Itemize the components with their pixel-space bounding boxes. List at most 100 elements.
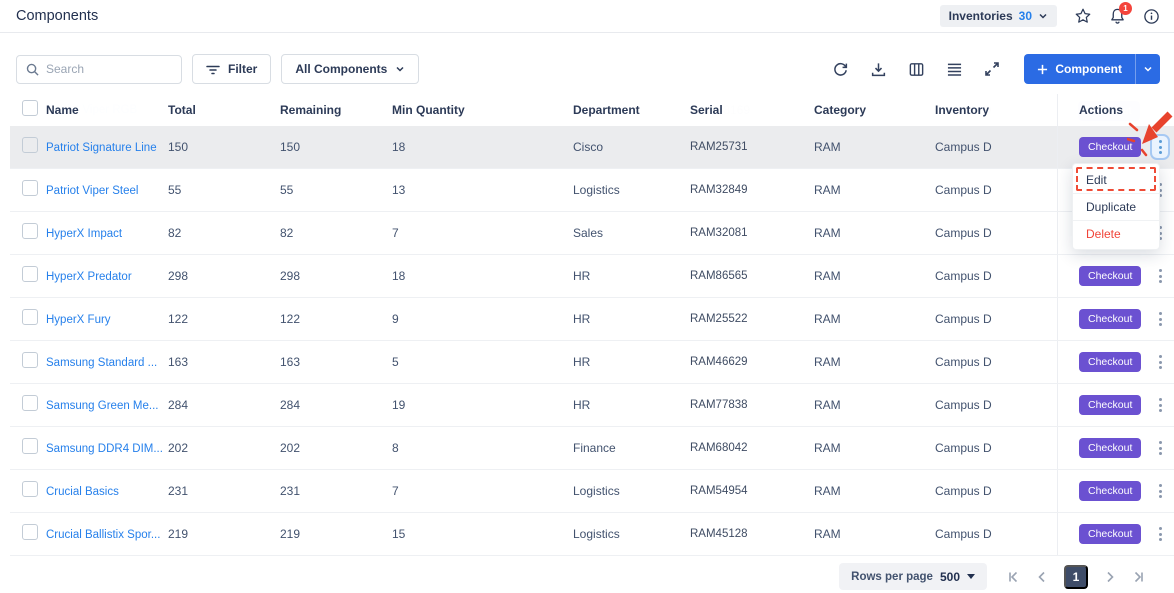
table-row: Samsung Standard ... 163 163 5 HR RAM466… (10, 341, 1174, 384)
cell-category: RAM (814, 183, 841, 197)
menu-item-delete[interactable]: Delete (1073, 220, 1159, 247)
checkout-button[interactable]: Checkout (1079, 352, 1142, 372)
table-row: Samsung Green Me... 284 284 19 HR RAM778… (10, 384, 1174, 427)
component-name-link[interactable]: Samsung Standard ... (46, 357, 157, 369)
row-menu-button[interactable] (1150, 435, 1170, 461)
row-menu-button[interactable] (1150, 478, 1170, 504)
checkout-button[interactable]: Checkout (1079, 481, 1142, 501)
row-menu-button[interactable] (1150, 263, 1170, 289)
search-box (16, 54, 182, 84)
kebab-icon (1158, 312, 1162, 315)
checkout-button[interactable]: Checkout (1079, 395, 1142, 415)
cell-min-quantity: 13 (392, 183, 406, 197)
cell-total: 150 (168, 140, 189, 154)
row-checkbox[interactable] (22, 137, 38, 153)
row-menu-button[interactable] (1150, 349, 1170, 375)
cell-category: RAM (814, 312, 841, 326)
cell-total: 202 (168, 441, 189, 455)
row-menu-button[interactable] (1150, 521, 1170, 547)
scope-selector[interactable]: All Components (281, 54, 420, 84)
info-button[interactable] (1143, 8, 1160, 25)
first-page-button[interactable] (1006, 570, 1020, 584)
cell-department: HR (573, 312, 591, 326)
table-row: HyperX Predator 298 298 18 HR RAM86565 R… (10, 255, 1174, 298)
row-checkbox[interactable] (22, 223, 38, 239)
filter-lines-icon (206, 63, 220, 75)
row-menu-button[interactable] (1150, 134, 1171, 160)
checkout-button[interactable]: Checkout (1079, 438, 1142, 458)
inventories-selector[interactable]: Inventories 30 (939, 5, 1057, 27)
row-checkbox[interactable] (22, 524, 38, 540)
component-name-link[interactable]: Crucial Ballistix Spor... (46, 529, 160, 541)
cell-remaining: 284 (280, 398, 301, 412)
favorite-button[interactable] (1074, 7, 1092, 25)
cell-min-quantity: 7 (392, 226, 399, 240)
row-menu-button[interactable] (1150, 306, 1170, 332)
component-name-link[interactable]: HyperX Fury (46, 314, 111, 326)
rows-per-page-selector[interactable]: Rows per page 500 (839, 563, 987, 590)
row-height-button[interactable] (946, 62, 963, 77)
current-page-button[interactable]: 1 (1064, 564, 1088, 589)
cell-remaining: 55 (280, 183, 294, 197)
row-checkbox[interactable] (22, 481, 38, 497)
checkout-button[interactable]: Checkout (1079, 266, 1142, 286)
cell-category: RAM (814, 269, 841, 283)
add-component-dropdown[interactable] (1135, 54, 1160, 84)
table-footer: Rows per page 500 1 (0, 556, 1174, 590)
cell-total: 55 (168, 183, 182, 197)
cell-department: Logistics (573, 484, 620, 498)
cell-inventory: Campus D (935, 140, 992, 154)
checkout-button[interactable]: Checkout (1079, 524, 1142, 544)
export-button[interactable] (870, 61, 887, 78)
cell-serial: RAM86565 (690, 270, 748, 282)
prev-page-button[interactable] (1035, 570, 1049, 584)
column-header-department: Department (573, 103, 640, 117)
row-checkbox[interactable] (22, 309, 38, 325)
menu-item-duplicate[interactable]: Duplicate (1073, 193, 1159, 220)
scope-label: All Components (295, 62, 388, 76)
manage-columns-button[interactable] (908, 61, 925, 78)
row-checkbox[interactable] (22, 266, 38, 282)
row-checkbox[interactable] (22, 352, 38, 368)
menu-item-edit[interactable]: Edit (1073, 166, 1159, 193)
column-header-inventory: Inventory (935, 103, 990, 117)
select-all-checkbox[interactable] (22, 100, 38, 116)
filter-label: Filter (228, 62, 258, 76)
component-name-link[interactable]: Samsung DDR4 DIM... (46, 443, 163, 455)
next-page-button[interactable] (1103, 570, 1117, 584)
component-name-link[interactable]: HyperX Predator (46, 271, 132, 283)
cell-actions: Checkout (1057, 384, 1174, 426)
refresh-button[interactable] (832, 61, 849, 78)
cell-serial: RAM45128 (690, 528, 748, 540)
topbar: Components Inventories 30 1 (0, 0, 1174, 33)
toolbar-right: Component (832, 54, 1160, 84)
cell-serial: RAM54954 (690, 485, 748, 497)
component-name-link[interactable]: Crucial Basics (46, 486, 119, 498)
component-name-link[interactable]: Patriot Viper Steel (46, 185, 138, 197)
cell-actions: Checkout (1057, 341, 1174, 383)
fullscreen-button[interactable] (984, 61, 1000, 77)
cell-department: HR (573, 355, 591, 369)
checkout-button[interactable]: Checkout (1079, 309, 1142, 329)
last-page-button[interactable] (1132, 570, 1146, 584)
cell-serial: RAM25731 (690, 141, 748, 153)
info-icon (1143, 8, 1160, 25)
row-checkbox[interactable] (22, 395, 38, 411)
checkout-button[interactable]: Checkout (1079, 137, 1142, 157)
cell-remaining: 150 (280, 140, 301, 154)
column-header-total: Total (168, 103, 196, 117)
row-menu-button[interactable] (1150, 392, 1170, 418)
row-checkbox[interactable] (22, 438, 38, 454)
add-component-button[interactable]: Component (1024, 54, 1135, 84)
notifications-button[interactable]: 1 (1109, 2, 1132, 25)
filter-button[interactable]: Filter (192, 54, 272, 84)
cell-remaining: 231 (280, 484, 301, 498)
notification-badge: 1 (1119, 2, 1132, 15)
search-input[interactable] (46, 62, 172, 76)
component-name-link[interactable]: Samsung Green Me... (46, 400, 159, 412)
component-name-link[interactable]: HyperX Impact (46, 228, 122, 240)
cell-inventory: Campus D (935, 269, 992, 283)
cell-remaining: 82 (280, 226, 294, 240)
component-name-link[interactable]: Patriot Signature Line (46, 142, 157, 154)
row-checkbox[interactable] (22, 180, 38, 196)
